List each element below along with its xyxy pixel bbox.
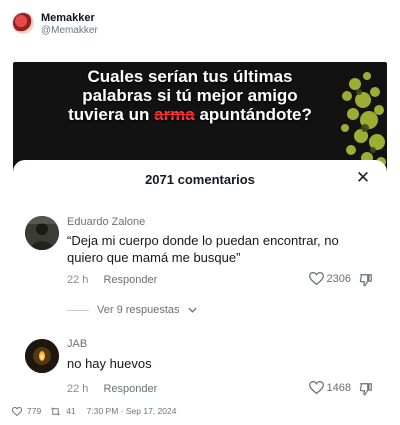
comment-item: Eduardo Zalone “Deja mi cuerpo donde lo … [13, 204, 387, 316]
view-replies-link[interactable]: Ver 9 respuestas [67, 304, 197, 316]
like-button[interactable]: 2306 [308, 272, 351, 285]
dislike-icon[interactable] [359, 273, 373, 287]
repost-icon[interactable] [50, 406, 61, 416]
commenter-avatar[interactable] [25, 216, 59, 250]
like-count: 779 [27, 406, 42, 416]
heart-icon [308, 272, 324, 285]
post-image[interactable]: Cuales serían tus últimas palabras si tú… [13, 62, 387, 400]
comment-time: 22 h [67, 383, 89, 395]
author-name[interactable]: Memakker [41, 12, 95, 24]
heart-icon[interactable] [12, 406, 22, 416]
dislike-icon[interactable] [359, 382, 373, 396]
comments-title: 2071 comentarios [145, 172, 255, 187]
replies-label: Ver 9 respuestas [97, 304, 180, 316]
like-count: 2306 [326, 272, 351, 285]
comment-meta: 22 h Responder [67, 274, 169, 286]
comment-item: JAB no hay huevos 22 h Responder 1468 [13, 325, 387, 396]
video-caption: Cuales serían tus últimas palabras si tú… [55, 67, 325, 124]
replies-divider [67, 309, 89, 311]
caption-struck-word: arma [154, 105, 195, 124]
heart-icon [308, 381, 324, 394]
video-frame: Cuales serían tus últimas palabras si tú… [13, 62, 387, 172]
like-count: 1468 [326, 381, 351, 394]
tree-silhouette-icon [341, 72, 386, 167]
author-handle[interactable]: @Memakker [41, 25, 98, 36]
chevron-down-icon [187, 307, 197, 313]
post-header: Memakker @Memakker [12, 10, 312, 40]
comment-author[interactable]: Eduardo Zalone [67, 216, 145, 228]
comment-time: 22 h [67, 274, 89, 286]
reply-button[interactable]: Responder [103, 383, 157, 395]
comment-text: no hay huevos [67, 356, 152, 371]
person-avatar-icon [25, 216, 59, 250]
repost-count: 41 [66, 406, 76, 416]
post-footer: 779 41 7:30 PM · Sep 17, 2024 [12, 405, 176, 417]
close-icon[interactable]: ✕ [353, 168, 373, 188]
author-avatar[interactable] [12, 12, 34, 34]
post-timestamp[interactable]: 7:30 PM · Sep 17, 2024 [87, 406, 177, 416]
caption-after: apuntándote? [194, 105, 312, 124]
commenter-avatar[interactable] [25, 339, 59, 373]
comment-text: “Deja mi cuerpo donde lo puedan encontra… [67, 233, 339, 265]
comments-sheet: 2071 comentarios ✕ Eduardo Zalone “Deja … [13, 160, 387, 400]
reply-button[interactable]: Responder [103, 274, 157, 286]
comment-author[interactable]: JAB [67, 338, 87, 350]
candle-avatar-icon [25, 339, 59, 373]
comment-meta: 22 h Responder [67, 383, 169, 395]
like-button[interactable]: 1468 [308, 381, 351, 394]
